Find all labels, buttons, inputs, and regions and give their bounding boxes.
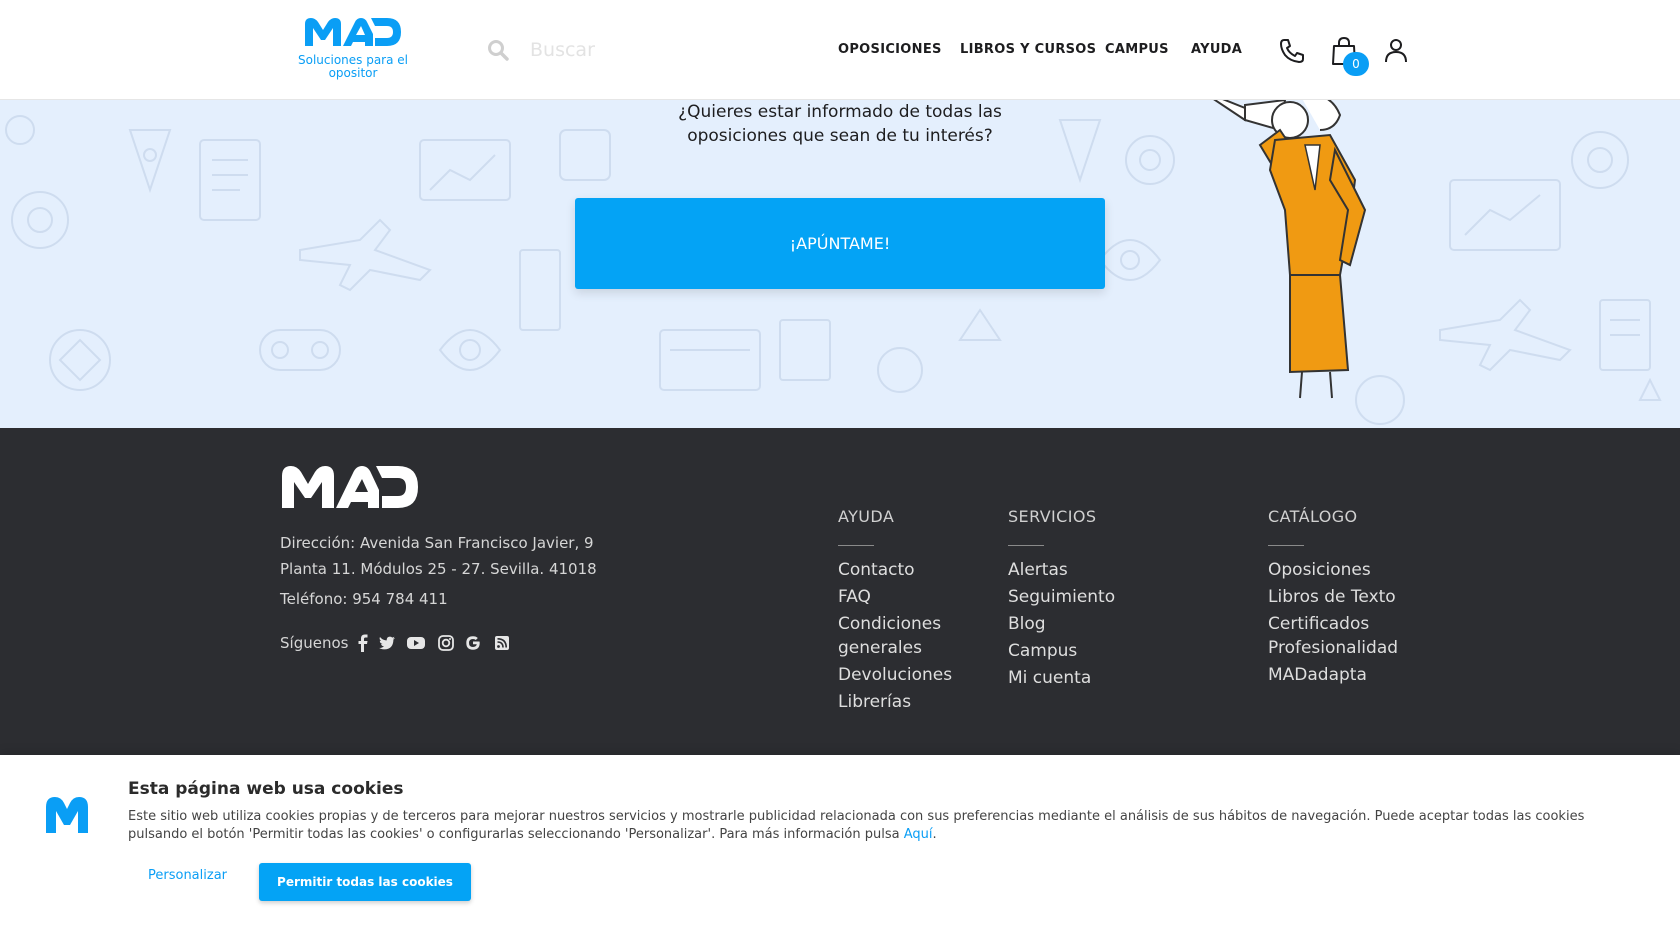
cookie-description: Este sitio web utiliza cookies propias y… (128, 808, 1608, 844)
footer-link-mi-cuenta[interactable]: Mi cuenta (1008, 666, 1091, 690)
footer-col-title-ayuda: AYUDA (838, 507, 895, 526)
newsletter-line-1: ¿Quieres estar informado de todas las (678, 102, 1002, 122)
follow-label: Síguenos (280, 634, 349, 652)
twitter-icon[interactable] (378, 634, 396, 652)
cookie-banner: Esta página web usa cookies Este sitio w… (0, 755, 1680, 927)
phone-number[interactable]: Teléfono: 954 784 411 (280, 590, 448, 608)
google-icon[interactable] (464, 634, 482, 652)
footer-col-divider (1268, 545, 1304, 546)
footer-col-title-servicios: SERVICIOS (1008, 507, 1097, 526)
footer-link-blog[interactable]: Blog (1008, 612, 1046, 636)
address-line-2: Planta 11. Módulos 25 - 27. Sevilla. 410… (280, 560, 597, 578)
cookie-description-text: Este sitio web utiliza cookies propias y… (128, 809, 1585, 842)
phone-icon[interactable] (1278, 37, 1306, 65)
mad-logo-mark (305, 18, 401, 46)
nav-campus[interactable]: CAMPUS (1105, 42, 1169, 57)
footer-link-librerias[interactable]: Librerías (838, 690, 911, 714)
newsletter-line-2: oposiciones que sean de tu interés? (687, 126, 993, 146)
facebook-icon[interactable] (354, 634, 372, 652)
site-header: Soluciones para el opositor OPOSICIONES … (0, 0, 1680, 100)
cookie-description-end: . (932, 827, 937, 842)
footer-link-devoluciones[interactable]: Devoluciones (838, 663, 952, 687)
megaphone-woman-illustration (1213, 100, 1367, 399)
user-icon[interactable] (1384, 38, 1408, 64)
address-line-1: Dirección: Avenida San Francisco Javier,… (280, 534, 594, 552)
cookie-title: Esta página web usa cookies (128, 779, 404, 799)
personalize-button[interactable]: Personalizar (148, 868, 238, 883)
cookie-info-link[interactable]: Aquí (904, 827, 933, 842)
footer-link-alertas[interactable]: Alertas (1008, 558, 1068, 582)
footer-link-campus[interactable]: Campus (1008, 639, 1077, 663)
footer-link-condiciones[interactable]: Condiciones generales (838, 612, 958, 660)
footer-link-contacto[interactable]: Contacto (838, 558, 915, 582)
nav-libros-cursos[interactable]: LIBROS Y CURSOS (960, 42, 1096, 57)
search-input[interactable] (530, 34, 790, 66)
newsletter-section: ¿Quieres estar informado de todas las op… (0, 100, 1680, 428)
nav-oposiciones[interactable]: OPOSICIONES (838, 42, 942, 57)
footer-link-seguimiento[interactable]: Seguimiento (1008, 585, 1115, 609)
cart-count-badge: 0 (1343, 52, 1369, 76)
footer-link-madadapta[interactable]: MADadapta (1268, 663, 1367, 687)
instagram-icon[interactable] (437, 634, 455, 652)
footer-link-libros-texto[interactable]: Libros de Texto (1268, 585, 1396, 609)
youtube-icon[interactable] (406, 634, 426, 652)
footer-link-certificados[interactable]: Certificados Profesionalidad (1268, 612, 1408, 660)
footer-link-oposiciones[interactable]: Oposiciones (1268, 558, 1371, 582)
brand-logo[interactable]: Soluciones para el opositor (294, 16, 412, 80)
rss-icon[interactable] (493, 634, 511, 652)
subscribe-button[interactable]: ¡APÚNTAME! (575, 198, 1105, 289)
footer-link-faq[interactable]: FAQ (838, 585, 871, 609)
cookie-brand-icon (46, 797, 88, 833)
footer-col-title-catalogo: CATÁLOGO (1268, 507, 1358, 526)
brand-tagline: Soluciones para el opositor (297, 53, 408, 80)
footer-col-divider (838, 545, 874, 546)
footer-mad-logo[interactable] (280, 464, 420, 510)
footer-col-divider (1008, 545, 1044, 546)
search-icon[interactable] (487, 39, 509, 61)
newsletter-text: ¿Quieres estar informado de todas las op… (640, 100, 1040, 148)
accept-all-cookies-button[interactable]: Permitir todas las cookies (259, 863, 471, 901)
nav-ayuda[interactable]: AYUDA (1191, 42, 1242, 57)
